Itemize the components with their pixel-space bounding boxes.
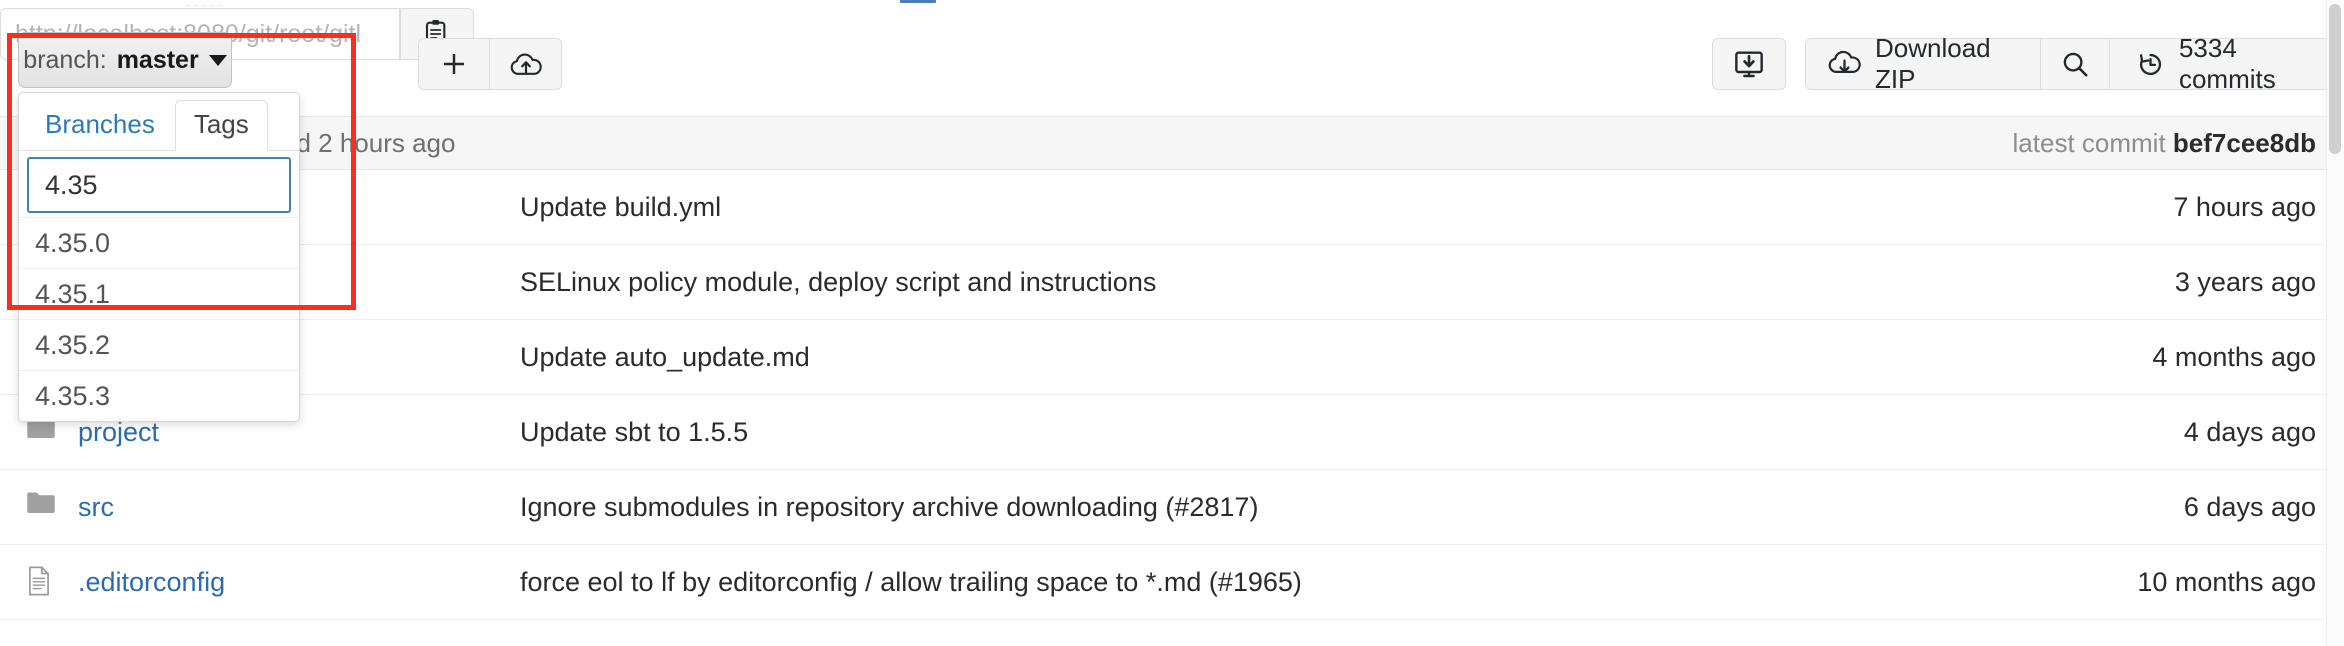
file-name-cell: .editorconfig: [0, 565, 520, 599]
branch-dropdown-button[interactable]: branch: master: [18, 32, 232, 88]
commit-message[interactable]: SELinux policy module, deploy script and…: [520, 267, 1914, 298]
commit-message[interactable]: Ignore submodules in repository archive …: [520, 492, 1914, 523]
commit-message[interactable]: force eol to lf by editorconfig / allow …: [520, 567, 1914, 598]
actions-button-group: Download ZIP 5334 commits: [1805, 33, 2344, 94]
download-zip-label: Download ZIP: [1875, 33, 1991, 94]
clipped-breadcrumb-text: .....: [185, 0, 226, 6]
repository-file-table: Update build.yml 7 hours ago SELinux pol…: [0, 170, 2344, 620]
plus-icon: [439, 49, 469, 79]
branch-dropdown-menu: Branches Tags 4.35.0 4.35.1 4.35.2 4.35.…: [18, 92, 300, 422]
latest-commit-strip: ed 2 hours ago latest commit bef7cee8db: [0, 116, 2344, 170]
vertical-scrollbar[interactable]: [2326, 0, 2344, 646]
chevron-down-icon: [208, 54, 227, 66]
branch-filter-wrapper: [19, 151, 299, 217]
commit-age: 7 hours ago: [2173, 191, 2316, 222]
tab-branches[interactable]: Branches: [33, 101, 175, 150]
latest-commit-info: latest commit bef7cee8db: [2013, 128, 2316, 159]
tab-tags[interactable]: Tags: [174, 100, 268, 151]
branch-selector: branch: master Branches Tags 4.35.0 4.35…: [18, 32, 300, 422]
table-row[interactable]: project Update sbt to 1.5.5 4 days ago: [0, 395, 2344, 470]
scrollbar-thumb[interactable]: [2329, 4, 2341, 154]
commits-count-label: 5334 commits: [2178, 33, 2276, 94]
latest-commit-label: latest commit: [2012, 128, 2166, 158]
table-row[interactable]: Update build.yml 7 hours ago: [0, 170, 2344, 245]
branch-option[interactable]: 4.35.1: [19, 268, 299, 319]
history-icon: [2136, 50, 2165, 79]
repository-toolbar: Download ZIP 5334 commits: [0, 8, 2344, 94]
branch-option[interactable]: 4.35.2: [19, 319, 299, 370]
commit-age: 10 months ago: [2137, 566, 2316, 597]
create-file-button[interactable]: [418, 38, 490, 90]
commit-message[interactable]: Update build.yml: [520, 192, 1914, 223]
latest-commit-sha[interactable]: bef7cee8db: [2173, 128, 2316, 158]
cloud-upload-icon: [510, 49, 542, 79]
commit-age: 3 years ago: [2174, 266, 2316, 297]
commit-message[interactable]: Update auto_update.md: [520, 342, 1914, 373]
branch-option[interactable]: 4.35.3: [19, 370, 299, 421]
download-to-desktop-icon: [1733, 49, 1765, 79]
checkout-button-group: [1712, 38, 1786, 90]
download-zip-button[interactable]: Download ZIP: [1805, 33, 2041, 94]
table-row[interactable]: SELinux policy module, deploy script and…: [0, 245, 2344, 320]
upload-files-button[interactable]: [490, 38, 562, 90]
table-row[interactable]: Update auto_update.md 4 months ago: [0, 320, 2344, 395]
commit-author-time: ed 2 hours ago: [282, 128, 456, 158]
clipped-link-text: [900, 0, 936, 3]
open-in-desktop-button[interactable]: [1712, 38, 1786, 90]
file-icon: [26, 565, 56, 599]
table-row[interactable]: .editorconfig force eol to lf by editorc…: [0, 545, 2344, 620]
branch-tag-tabs: Branches Tags: [19, 93, 299, 151]
folder-icon: [26, 490, 56, 524]
file-name-cell: src: [0, 490, 520, 524]
branch-button-prefix: branch:: [23, 45, 107, 74]
file-name-link[interactable]: src: [78, 492, 114, 523]
branch-button-value: master: [116, 45, 199, 74]
branch-filter-input[interactable]: [27, 157, 291, 213]
search-icon: [2060, 49, 2090, 79]
clipped-page-header: .....: [0, 0, 2344, 6]
search-button[interactable]: [2040, 38, 2110, 90]
commits-count-button[interactable]: 5334 commits: [2109, 33, 2344, 94]
cloud-download-icon: [1828, 50, 1861, 78]
commit-message[interactable]: Update sbt to 1.5.5: [520, 417, 1914, 448]
commit-age: 4 months ago: [2152, 341, 2316, 372]
commit-age: 4 days ago: [2183, 416, 2316, 447]
table-row[interactable]: src Ignore submodules in repository arch…: [0, 470, 2344, 545]
file-name-link[interactable]: .editorconfig: [78, 567, 225, 598]
branch-option[interactable]: 4.35.0: [19, 217, 299, 268]
commit-age: 6 days ago: [2183, 491, 2316, 522]
create-upload-button-group: [418, 38, 562, 90]
